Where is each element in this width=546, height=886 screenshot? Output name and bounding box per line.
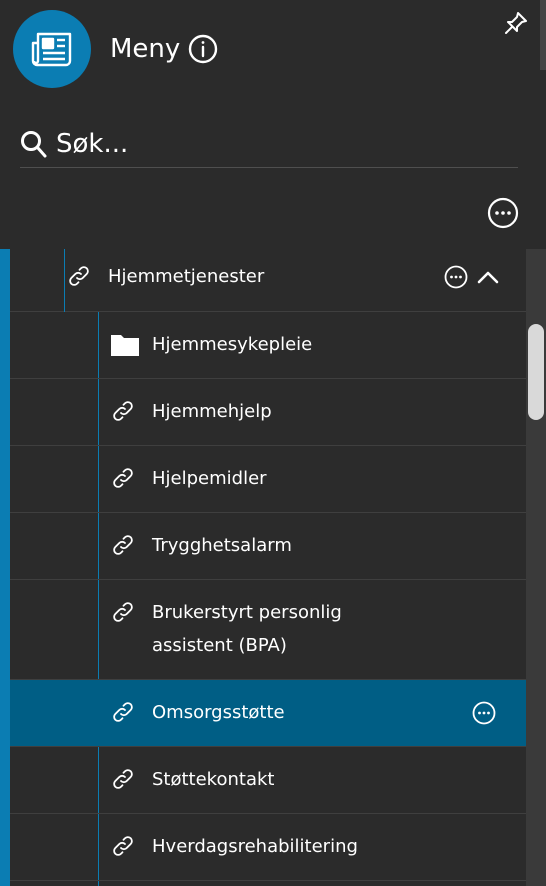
link-icon (110, 465, 136, 491)
tree-item-label-line: Brukerstyrt personlig (152, 602, 342, 623)
scrollbar[interactable] (526, 249, 546, 886)
newspaper-icon (13, 10, 91, 88)
link-icon (110, 766, 136, 792)
link-icon (110, 532, 136, 558)
menu-tree: Hjemmetjenester Hjemmesykepleie Hjemmehje… (0, 249, 546, 886)
tree-item[interactable]: Hjemmehjelp (10, 379, 526, 446)
link-icon (69, 266, 89, 286)
more-options-icon[interactable] (487, 197, 519, 229)
more-options-icon[interactable] (472, 701, 496, 725)
tree-item-label-line: assistent (BPA) (152, 635, 287, 656)
link-icon (110, 699, 136, 725)
menu-title: Meny (110, 34, 181, 64)
pin-icon[interactable] (503, 10, 529, 36)
link-icon (110, 599, 136, 625)
tree-item-label: Støttekontakt (152, 763, 274, 796)
tree-item-label: Hverdagsrehabilitering (152, 830, 358, 863)
info-icon[interactable] (188, 34, 218, 64)
tree-item-label: Hjemmetjenester (108, 266, 265, 287)
tree-item-label: Hjemmehjelp (152, 395, 272, 428)
link-icon (110, 833, 136, 859)
tree-item[interactable]: Hverdagsrehabilitering (10, 814, 526, 881)
chevron-up-icon[interactable] (476, 267, 500, 287)
folder-icon (110, 332, 139, 358)
tree-item-label-line: Hjemmehjelp (152, 401, 272, 422)
tree-item[interactable]: Omsorgsstøtte (10, 680, 526, 747)
tree-item[interactable]: Hjemmesykepleie (10, 312, 526, 379)
search-input[interactable] (56, 123, 496, 164)
tree-item-label-line: Hjelpemidler (152, 468, 267, 489)
window-edge (540, 0, 546, 70)
tree-item-label-line: Hjemmesykepleie (152, 334, 313, 355)
tree-item-label-line: Støttekontakt (152, 769, 275, 790)
more-options-icon[interactable] (444, 265, 468, 289)
tree-item-label: Omsorgsstøtte (152, 696, 285, 729)
tree-item-label: Trygghetsalarm (152, 529, 292, 562)
tree-item[interactable]: Hjelpemidler (10, 446, 526, 513)
scrollbar-thumb[interactable] (528, 324, 544, 420)
search-icon (21, 130, 47, 157)
tree-item-label-line: Omsorgsstøtte (152, 702, 285, 723)
search-field[interactable] (20, 120, 518, 168)
tree-item[interactable]: Støttekontakt (10, 747, 526, 814)
tree-item[interactable]: Brukerstyrt personlig assistent (BPA) (10, 580, 526, 680)
tree-guide-line (64, 249, 65, 312)
menu-header: Meny (0, 0, 546, 249)
tree-item-label: Hjemmesykepleie (152, 328, 312, 361)
tree-item-label: Hjelpemidler (152, 462, 267, 495)
tree-item-hjemmetjenester[interactable]: Hjemmetjenester (10, 249, 526, 312)
tree-item-label: Brukerstyrt personlig assistent (BPA) (152, 596, 342, 662)
link-icon (110, 398, 136, 424)
tree-accent-bar (0, 249, 10, 886)
tree-item-label-line: Hverdagsrehabilitering (152, 836, 358, 857)
tree-item[interactable]: Trygghetsalarm (10, 513, 526, 580)
tree-item-label-line: Trygghetsalarm (152, 535, 292, 556)
